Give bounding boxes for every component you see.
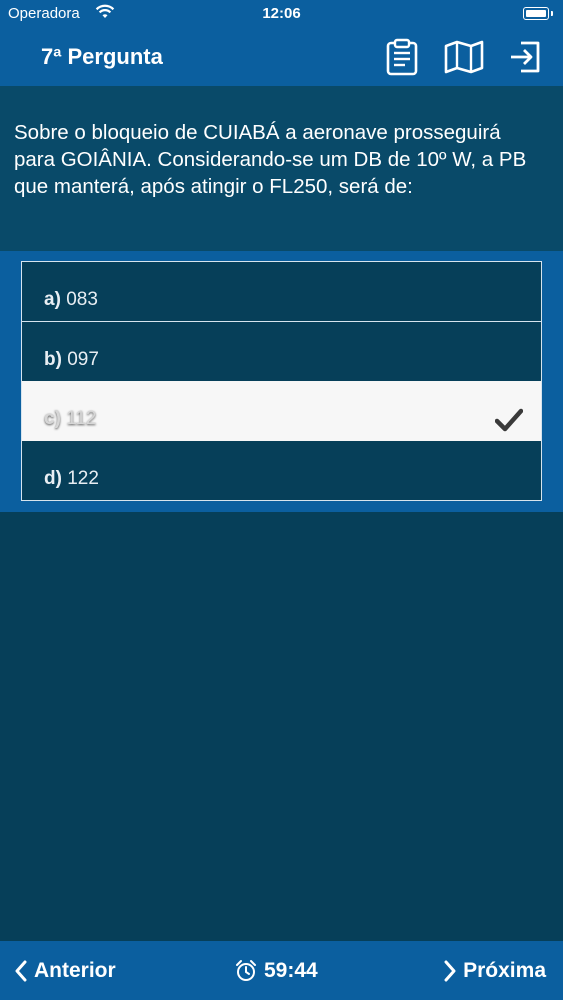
question-text: Sobre o bloqueio de CUIABÁ a aeronave pr… xyxy=(14,121,527,198)
option-a[interactable]: a) 083 xyxy=(22,262,541,322)
clipboard-icon xyxy=(386,38,418,76)
option-d-label: d) 122 xyxy=(44,468,99,490)
timer-value: 59:44 xyxy=(264,959,318,982)
navigation-bar: 7ª Pergunta xyxy=(0,28,563,86)
map-button[interactable] xyxy=(444,38,484,76)
option-a-label: a) 083 xyxy=(44,289,98,311)
exit-icon xyxy=(511,41,540,73)
battery-icon xyxy=(523,7,553,20)
previous-label: Anterior xyxy=(34,959,116,982)
option-value: 112 xyxy=(66,408,97,429)
chevron-left-icon xyxy=(15,960,27,982)
clipboard-button[interactable] xyxy=(384,38,420,76)
option-value: 122 xyxy=(67,468,99,489)
options-section: a) 083 b) 097 c) 112 d) 122 xyxy=(0,251,563,512)
answer-options: a) 083 b) 097 c) 112 d) 122 xyxy=(21,261,542,501)
option-letter: b) xyxy=(44,349,62,370)
chevron-right-icon xyxy=(444,960,456,982)
option-d[interactable]: d) 122 xyxy=(22,441,541,500)
page-title: 7ª Pergunta xyxy=(41,44,163,69)
timer: 59:44 xyxy=(234,959,318,983)
option-letter: d) xyxy=(44,468,62,489)
option-value: 083 xyxy=(66,289,98,310)
next-label: Próxima xyxy=(463,959,546,982)
status-bar: Operadora 12:06 xyxy=(0,0,563,28)
exit-button[interactable] xyxy=(507,38,543,76)
option-c[interactable]: c) 112 xyxy=(22,381,541,441)
previous-button[interactable]: Anterior xyxy=(14,959,116,983)
next-button[interactable]: Próxima xyxy=(443,959,546,983)
option-letter: c) xyxy=(44,408,61,429)
map-icon xyxy=(444,40,484,74)
question-panel: Sobre o bloqueio de CUIABÁ a aeronave pr… xyxy=(0,86,563,251)
alarm-clock-icon xyxy=(236,960,256,981)
bottom-toolbar: Anterior 59:44 Próxima xyxy=(0,941,563,1000)
checkmark-icon xyxy=(495,408,523,432)
option-b[interactable]: b) 097 xyxy=(22,322,541,381)
option-letter: a) xyxy=(44,289,61,310)
status-time: 12:06 xyxy=(262,5,301,22)
option-c-label: c) 112 xyxy=(44,408,96,430)
option-value: 097 xyxy=(67,349,99,370)
option-b-label: b) 097 xyxy=(44,349,99,371)
